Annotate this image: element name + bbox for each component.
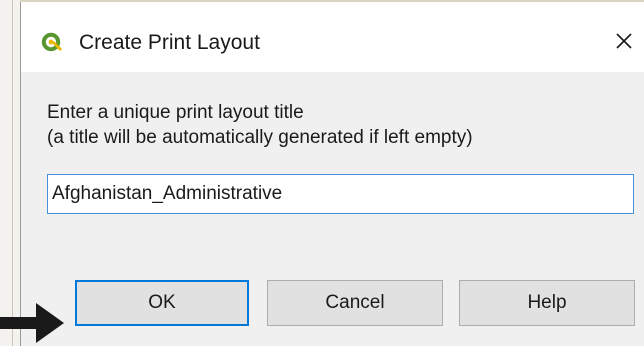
ok-button[interactable]: OK	[75, 280, 249, 326]
prompt-label: Enter a unique print layout title (a tit…	[47, 100, 473, 150]
help-button[interactable]: Help	[459, 280, 635, 326]
prompt-line-2: (a title will be automatically generated…	[47, 127, 473, 148]
map-canvas-edge	[12, 0, 13, 346]
dialog-titlebar: Create Print Layout	[21, 2, 644, 72]
layout-title-input[interactable]	[47, 174, 634, 214]
qgis-logo-icon	[41, 32, 62, 52]
close-icon[interactable]	[609, 26, 639, 58]
dialog-title: Create Print Layout	[79, 31, 260, 54]
map-canvas-background	[0, 0, 20, 346]
cancel-button[interactable]: Cancel	[267, 280, 443, 326]
create-print-layout-dialog: Create Print Layout Enter a unique print…	[20, 2, 644, 346]
pointer-arrow-icon	[0, 303, 64, 343]
prompt-line-1: Enter a unique print layout title	[47, 102, 304, 123]
